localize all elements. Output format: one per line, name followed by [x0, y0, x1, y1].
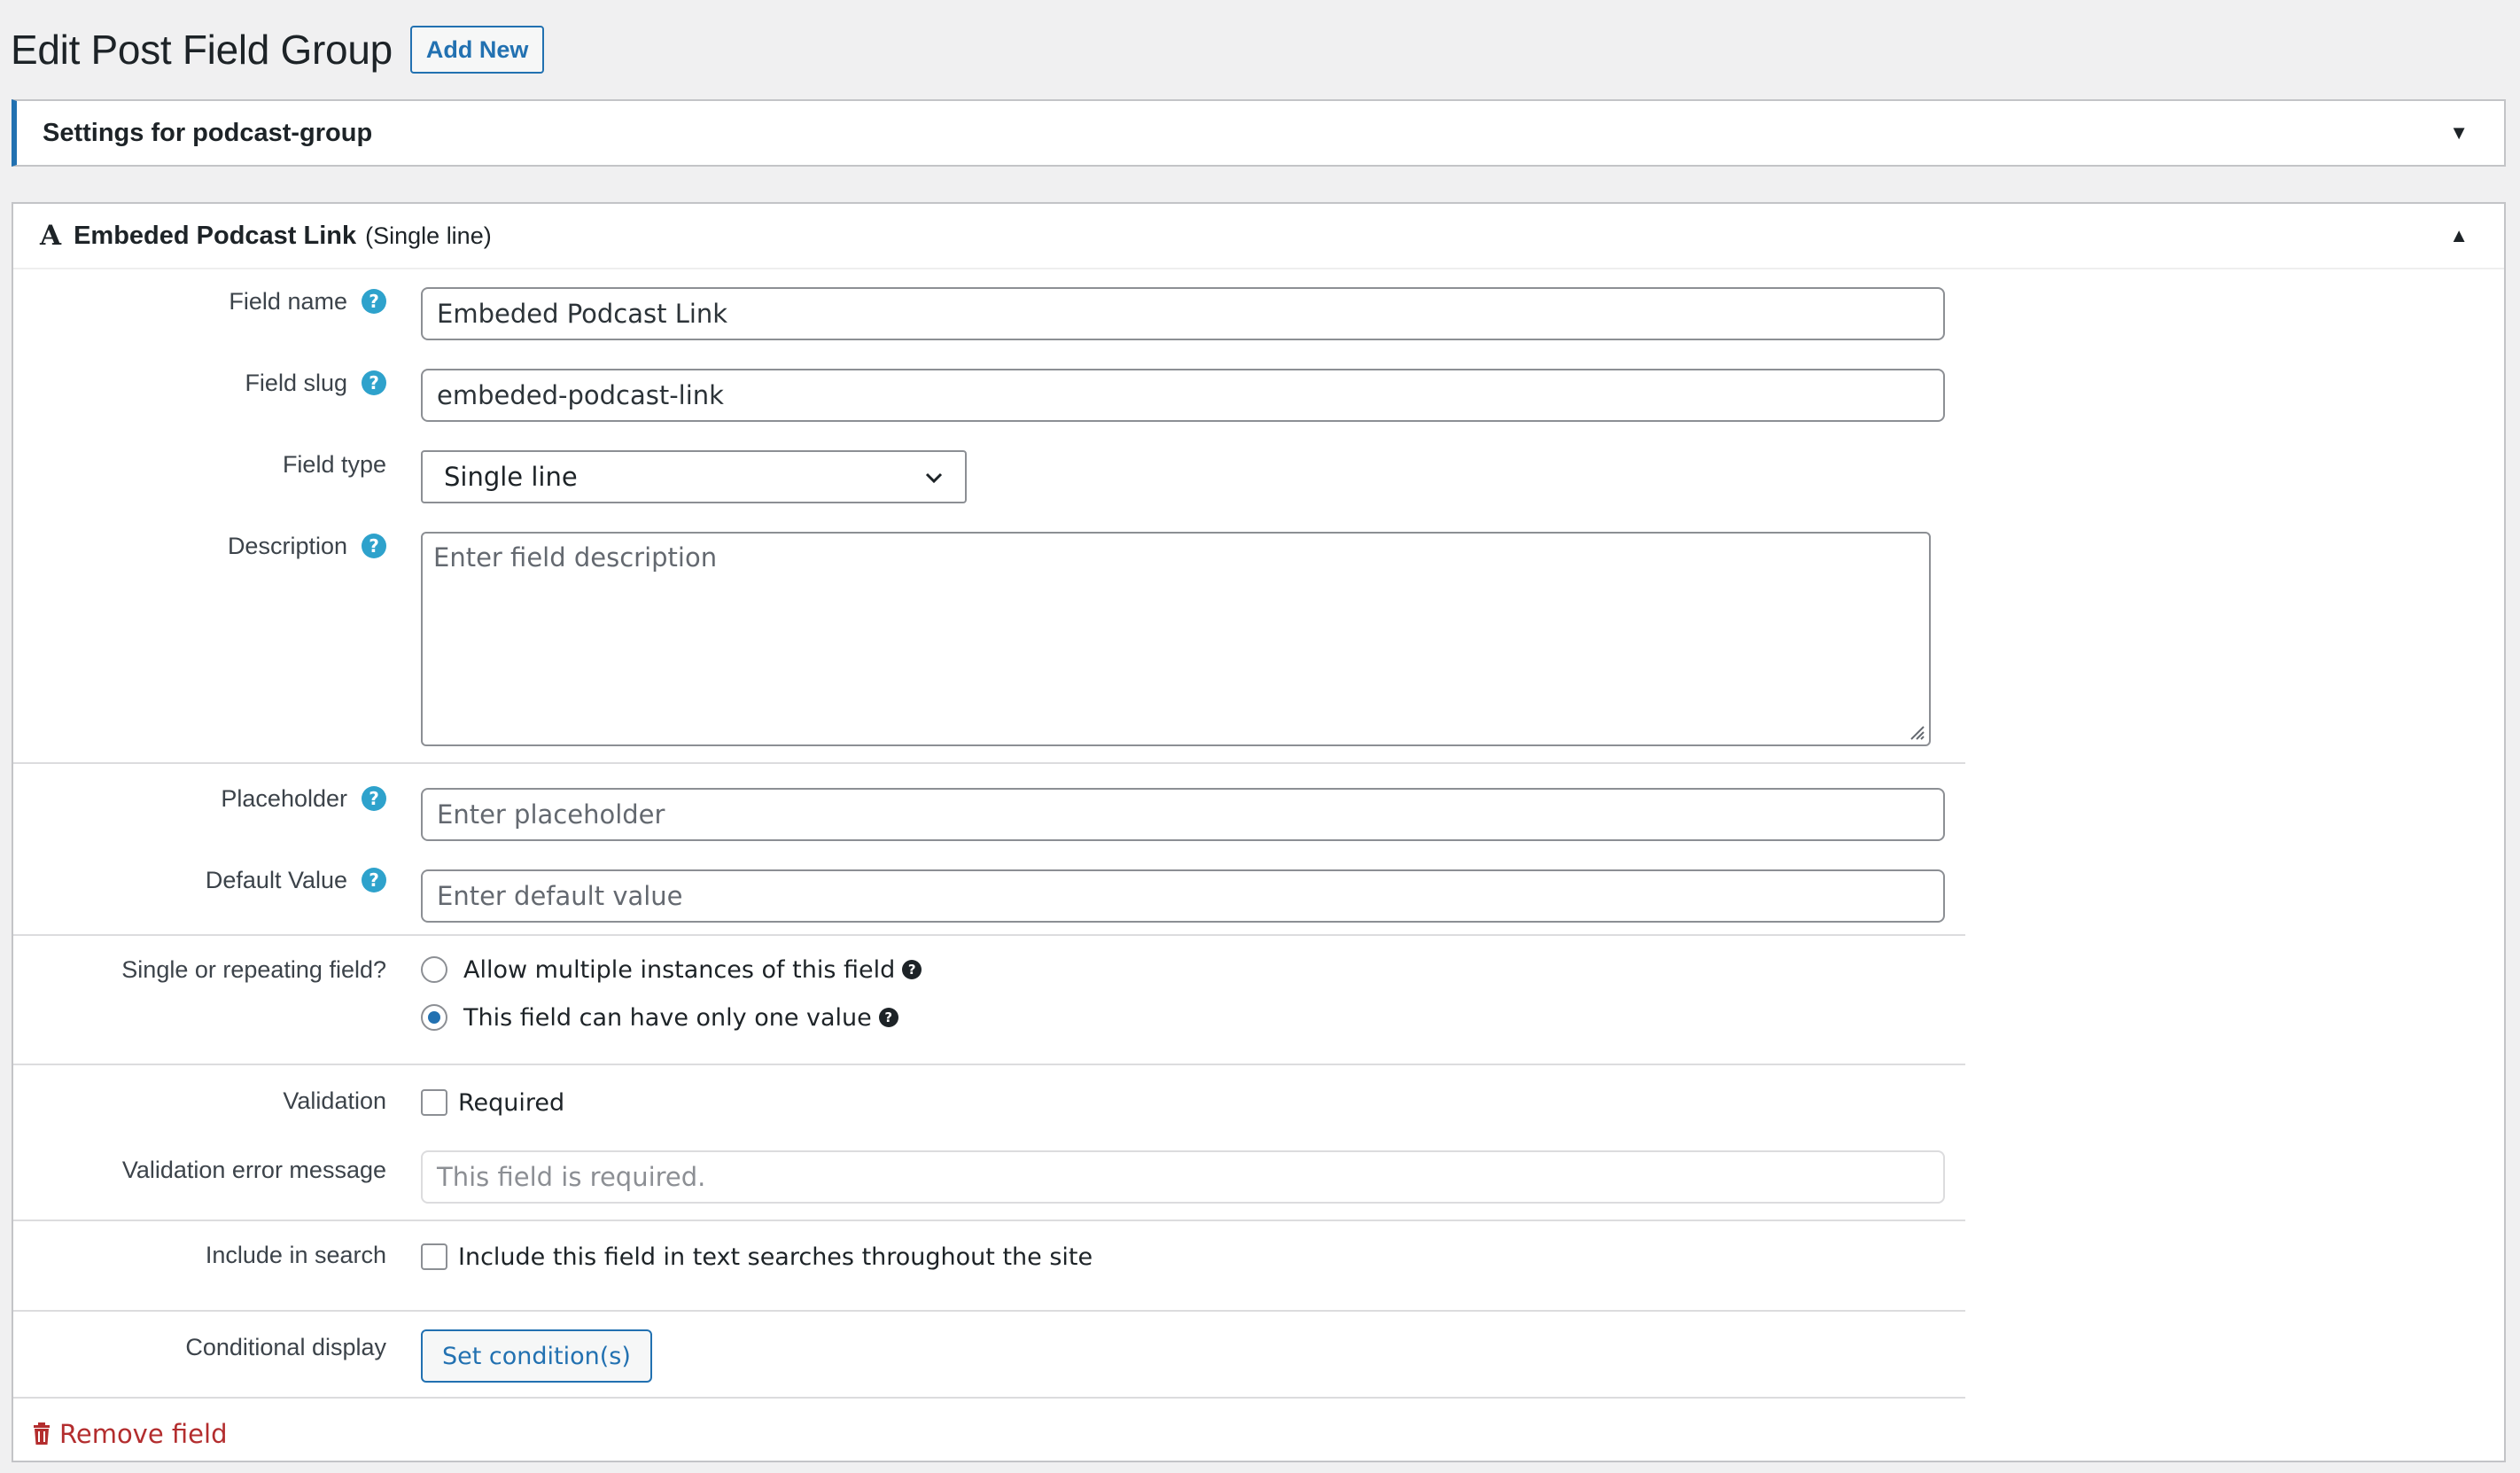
divider — [13, 934, 1965, 936]
multiple-radio[interactable] — [421, 956, 447, 983]
set-conditions-button[interactable]: Set condition(s) — [421, 1329, 652, 1383]
placeholder-label: Placeholder ? — [221, 779, 386, 818]
field-panel: A Embeded Podcast Link (Single line) ▲ F… — [12, 202, 2506, 1462]
default-value-label: Default Value ? — [206, 861, 386, 900]
help-icon[interactable]: ? — [362, 289, 386, 314]
single-radio[interactable] — [421, 1004, 447, 1031]
remove-field-link[interactable]: Remove field — [31, 1413, 227, 1455]
divider — [13, 762, 1965, 764]
page-header: Edit Post Field Group Add New — [11, 23, 545, 76]
help-icon[interactable]: ? — [362, 868, 386, 892]
field-header-type: (Single line) — [365, 222, 492, 249]
single-repeating-label: Single or repeating field? — [121, 955, 386, 983]
help-icon[interactable]: ? — [362, 534, 386, 558]
description-textarea[interactable]: Enter field description — [421, 532, 1931, 746]
multiple-instances-option[interactable]: Allow multiple instances of this field ? — [421, 952, 922, 987]
field-header[interactable]: A Embeded Podcast Link (Single line) ▲ — [13, 204, 2504, 269]
settings-title: Settings for podcast-group — [43, 118, 373, 147]
divider — [13, 1064, 1965, 1065]
include-search-option[interactable]: Include this field in text searches thro… — [421, 1237, 1093, 1276]
question-icon[interactable]: ? — [878, 1008, 898, 1027]
resize-handle-icon[interactable] — [1904, 720, 1925, 741]
validation-label: Validation — [283, 1087, 386, 1114]
expand-arrow-icon[interactable]: ▼ — [2449, 121, 2469, 144]
validation-error-input: This field is required. — [421, 1150, 1945, 1204]
trash-icon — [34, 1422, 50, 1445]
collapse-arrow-icon[interactable]: ▲ — [2449, 224, 2469, 247]
field-slug-label: Field slug ? — [245, 363, 386, 402]
field-header-title: Embeded Podcast Link — [74, 221, 357, 250]
help-icon[interactable]: ? — [362, 370, 386, 395]
divider — [13, 1397, 1965, 1399]
conditional-label: Conditional display — [185, 1333, 386, 1360]
add-new-button[interactable]: Add New — [409, 26, 545, 74]
field-name-input[interactable]: Embeded Podcast Link — [421, 287, 1945, 340]
field-type-select[interactable]: Single line — [421, 450, 967, 503]
default-value-input[interactable]: Enter default value — [421, 869, 1945, 923]
help-icon[interactable]: ? — [362, 786, 386, 811]
description-label: Description ? — [228, 526, 386, 565]
field-type-label: Field type — [282, 450, 386, 478]
required-option[interactable]: Required — [421, 1083, 564, 1122]
field-type-value: Single line — [444, 462, 578, 492]
page-title: Edit Post Field Group — [11, 27, 393, 73]
field-name-label: Field name ? — [229, 282, 386, 321]
field-slug-input[interactable]: embeded-podcast-link — [421, 369, 1945, 422]
placeholder-input[interactable]: Enter placeholder — [421, 788, 1945, 841]
text-type-icon: A — [40, 220, 62, 252]
divider — [13, 1310, 1965, 1312]
include-search-label: Include in search — [205, 1241, 386, 1268]
single-value-option[interactable]: This field can have only one value ? — [421, 1000, 898, 1035]
settings-panel[interactable]: Settings for podcast-group ▼ — [12, 99, 2506, 167]
divider — [13, 1220, 1965, 1221]
required-checkbox[interactable] — [421, 1089, 447, 1116]
chevron-down-icon — [925, 472, 943, 484]
validation-error-label: Validation error message — [121, 1156, 386, 1183]
include-search-checkbox[interactable] — [421, 1243, 447, 1270]
question-icon[interactable]: ? — [902, 960, 922, 979]
